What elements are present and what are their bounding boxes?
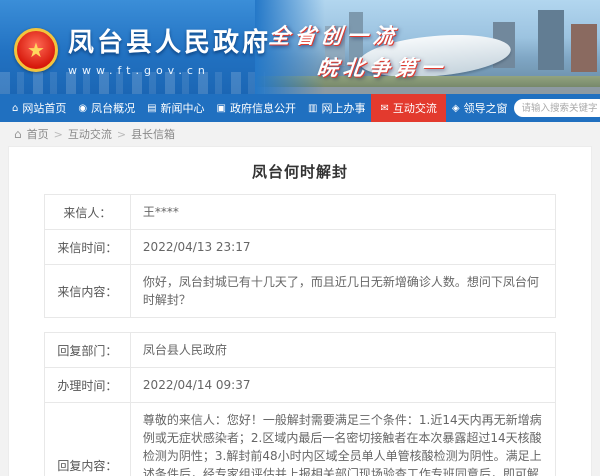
nav-item-interaction[interactable]: ✉ 互动交流 xyxy=(371,94,445,122)
building xyxy=(538,10,564,70)
nav-item-label: 凤台概况 xyxy=(91,100,135,116)
breadcrumb-home-icon: ⌂ xyxy=(14,127,22,141)
content-card: 凤台何时解封 来信人： 王**** 来信时间： 2022/04/13 23:17… xyxy=(8,146,592,476)
nav-item-label: 网上办事 xyxy=(321,100,365,116)
nav-item-online-services[interactable]: ▥ 网上办事 xyxy=(302,94,371,122)
national-emblem-icon: ★ xyxy=(14,28,58,72)
site-url: www.ft.gov.cn xyxy=(68,64,271,77)
news-icon: ▤ xyxy=(147,103,156,114)
field-value: 2022/04/13 23:17 xyxy=(130,230,555,265)
nav-item-leaders[interactable]: ◈ 领导之窗 xyxy=(446,94,514,122)
site-title: 凤台县人民政府 xyxy=(68,22,271,59)
nav-item-home[interactable]: ⌂ 网站首页 xyxy=(6,94,72,122)
field-label: 来信人： xyxy=(44,195,130,230)
document-icon: ▣ xyxy=(217,103,226,114)
overview-icon: ◉ xyxy=(78,103,87,114)
field-value: 王**** xyxy=(130,195,555,230)
nav-item-label: 政府信息公开 xyxy=(230,100,296,116)
site-titles: 凤台县人民政府 www.ft.gov.cn xyxy=(68,22,271,77)
breadcrumb-home[interactable]: 首页 xyxy=(27,126,49,142)
leaders-icon: ◈ xyxy=(452,103,460,114)
field-value: 尊敬的来信人：您好！一般解封需要满足三个条件：1.近14天内再无新增病例或无症状… xyxy=(130,403,555,476)
letter-row-sender: 来信人： 王**** xyxy=(44,195,555,230)
nav-item-label: 领导之窗 xyxy=(464,100,508,116)
slogan-line2: 皖北争第一 xyxy=(315,52,448,82)
field-value: 你好，凤台封城已有十几天了，而且近几日无新增确诊人数。想问下凤台何时解封？ xyxy=(130,265,555,318)
header-photo: 全省创一流 皖北争第一 xyxy=(255,0,600,94)
nav-item-label: 互动交流 xyxy=(393,100,437,116)
site-header: ★ 凤台县人民政府 www.ft.gov.cn 全省创一流 皖北争第一 xyxy=(0,0,600,94)
building xyxy=(571,24,597,72)
letter-row-content: 来信内容： 你好，凤台封城已有十几天了，而且近几日无新增确诊人数。想问下凤台何时… xyxy=(44,265,555,318)
field-value: 2022/04/14 09:37 xyxy=(130,368,555,403)
letter-row-time: 来信时间： 2022/04/13 23:17 xyxy=(44,230,555,265)
nav-item-gov-info[interactable]: ▣ 政府信息公开 xyxy=(211,94,302,122)
search-area: 搜 索 xyxy=(514,98,600,118)
breadcrumb-interaction[interactable]: 互动交流 xyxy=(68,126,112,142)
letter-table: 来信人： 王**** 来信时间： 2022/04/13 23:17 来信内容： … xyxy=(44,194,556,318)
field-label: 回复部门： xyxy=(44,333,130,368)
reply-row-time: 办理时间： 2022/04/14 09:37 xyxy=(44,368,555,403)
breadcrumb-mailbox: 县长信箱 xyxy=(131,126,175,142)
letter-title: 凤台何时解封 xyxy=(9,161,591,182)
nav-item-overview[interactable]: ◉ 凤台概况 xyxy=(72,94,141,122)
nav-item-label: 网站首页 xyxy=(22,100,66,116)
field-label: 回复内容： xyxy=(44,403,130,476)
mail-icon: ✉ xyxy=(380,103,388,114)
home-icon: ⌂ xyxy=(12,103,18,114)
field-label: 来信时间： xyxy=(44,230,130,265)
breadcrumb-separator: > xyxy=(117,128,126,141)
site-identity: ★ 凤台县人民政府 www.ft.gov.cn xyxy=(14,22,271,77)
nav-item-news[interactable]: ▤ 新闻中心 xyxy=(141,94,210,122)
field-value: 凤台县人民政府 xyxy=(130,333,555,368)
field-label: 来信内容： xyxy=(44,265,130,318)
services-icon: ▥ xyxy=(308,103,317,114)
breadcrumb: ⌂ 首页 > 互动交流 > 县长信箱 xyxy=(0,122,600,146)
main-nav: ⌂ 网站首页 ◉ 凤台概况 ▤ 新闻中心 ▣ 政府信息公开 ▥ 网上办事 ✉ 互… xyxy=(0,94,600,122)
reply-row-department: 回复部门： 凤台县人民政府 xyxy=(44,333,555,368)
nav-item-label: 新闻中心 xyxy=(161,100,205,116)
reply-row-content: 回复内容： 尊敬的来信人：您好！一般解封需要满足三个条件：1.近14天内再无新增… xyxy=(44,403,555,476)
slogan-line1: 全省创一流 xyxy=(267,20,400,50)
breadcrumb-separator: > xyxy=(54,128,63,141)
reply-table: 回复部门： 凤台县人民政府 办理时间： 2022/04/14 09:37 回复内… xyxy=(44,332,556,476)
search-input[interactable] xyxy=(514,99,600,117)
page: ★ 凤台县人民政府 www.ft.gov.cn 全省创一流 皖北争第一 ⌂ 网站… xyxy=(0,0,600,476)
field-label: 办理时间： xyxy=(44,368,130,403)
